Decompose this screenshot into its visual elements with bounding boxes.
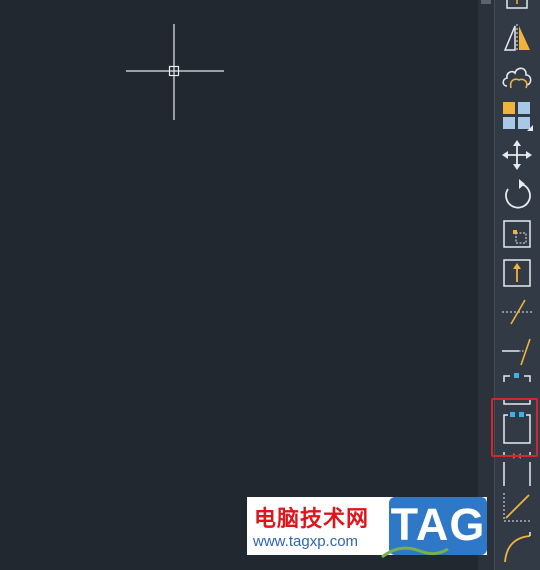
toolbar-button-rotate[interactable] xyxy=(499,177,535,213)
scrollbar-thumb[interactable] xyxy=(481,0,491,4)
toolbar-button-chamfer[interactable] xyxy=(499,489,535,525)
toolbar-button-move[interactable] xyxy=(499,137,535,173)
highlight-box xyxy=(491,398,538,457)
mirror-icon xyxy=(503,24,530,52)
chamfer-icon xyxy=(503,493,530,522)
toolbar-button-stretch[interactable] xyxy=(499,255,535,291)
toolbar-button-fillet[interactable] xyxy=(499,528,535,564)
crosshair-cursor-icon xyxy=(126,24,224,120)
drawing-canvas[interactable] xyxy=(0,0,478,570)
trim-icon xyxy=(502,299,532,325)
toolbar-button-array[interactable] xyxy=(499,98,535,134)
fillet-icon xyxy=(504,532,531,563)
toolbar-button-trim[interactable] xyxy=(499,294,535,330)
scale-icon xyxy=(503,220,531,248)
rotate-icon xyxy=(505,179,531,209)
watermark-logo-text: TAG xyxy=(390,499,486,550)
revision-cloud-icon xyxy=(502,67,532,89)
stretch-icon xyxy=(503,259,531,287)
watermark-url: www.tagxp.com xyxy=(253,533,359,550)
toolbar-button-extend[interactable] xyxy=(499,333,535,369)
watermark-title: 电脑技术网 xyxy=(254,506,370,531)
toolbar-button-mirror[interactable] xyxy=(499,20,535,56)
toolbar-button-insert[interactable] xyxy=(499,0,535,14)
toolbar-button-scale[interactable] xyxy=(499,216,535,252)
vertical-scrollbar[interactable] xyxy=(478,0,494,570)
modify-toolbar xyxy=(494,0,540,570)
insert-icon xyxy=(506,0,528,9)
move-icon xyxy=(502,140,532,170)
extend-icon xyxy=(502,338,531,366)
array-icon xyxy=(503,102,533,131)
leaf-decoration-icon xyxy=(381,546,449,559)
toolbar-button-revision-cloud[interactable] xyxy=(499,58,535,94)
